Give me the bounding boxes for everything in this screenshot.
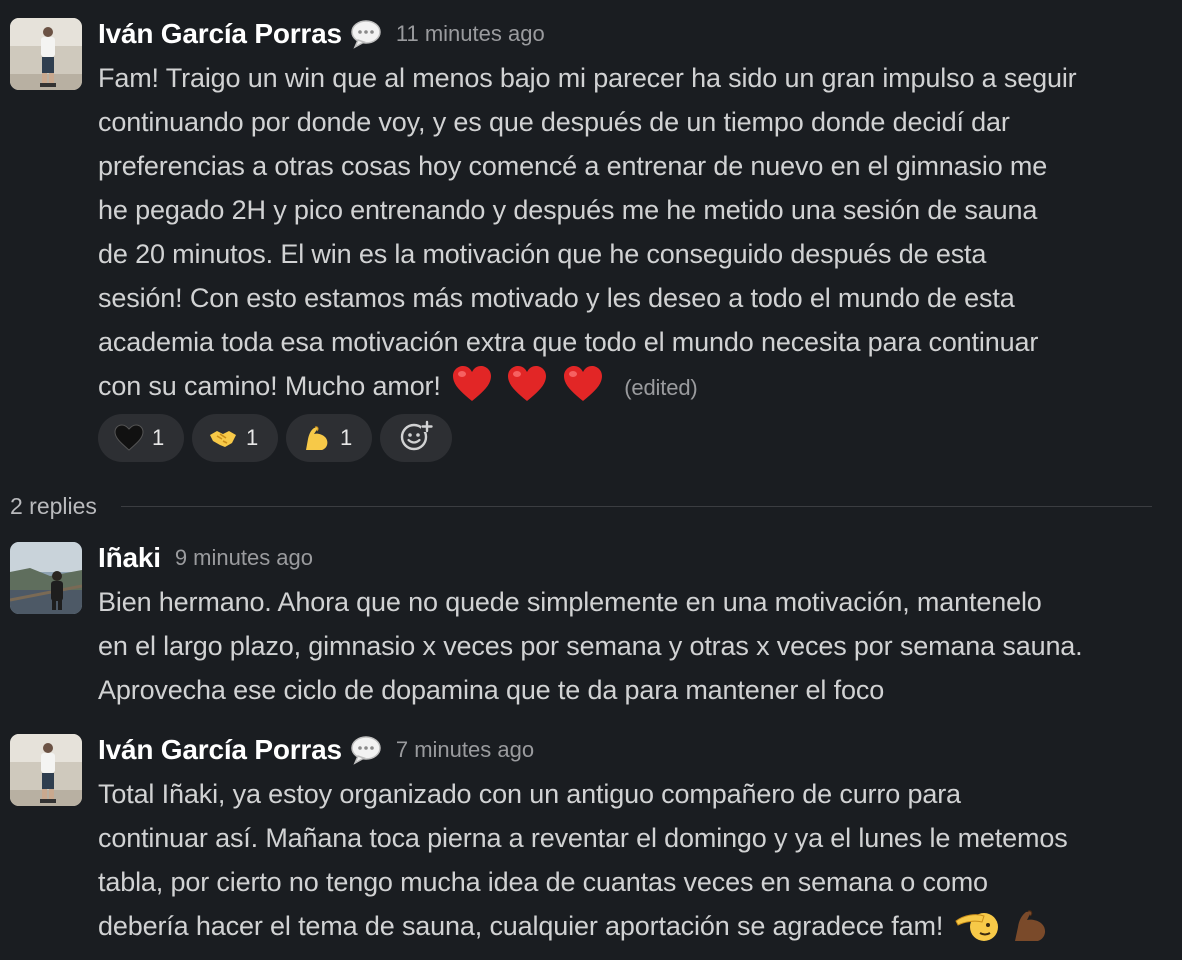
timestamp[interactable]: 11 minutes ago xyxy=(396,21,545,47)
reaction-flexed-biceps[interactable]: 1 xyxy=(286,414,372,462)
saluting-face-icon xyxy=(954,907,998,956)
message-text: Bien hermano. Ahora que no quede simplem… xyxy=(98,580,1173,712)
avatar-ivan[interactable] xyxy=(10,734,82,806)
red-heart-icon xyxy=(562,365,604,416)
add-emoji-icon xyxy=(399,419,433,458)
reaction-count: 1 xyxy=(152,425,165,450)
handshake-icon xyxy=(208,423,238,453)
message-line: Aprovecha ese ciclo de dopamina que te d… xyxy=(98,675,885,705)
timestamp[interactable]: 7 minutes ago xyxy=(396,737,534,763)
author-name[interactable]: Iván García Porras xyxy=(98,734,342,766)
message-line: preferencias a otras cosas hoy comencé a… xyxy=(98,151,1048,181)
message-header: Iván García Porras 7 minutes ago xyxy=(98,730,534,770)
message-text: Fam! Traigo un win que al menos bajo mi … xyxy=(98,56,1173,416)
author-name[interactable]: Iván García Porras xyxy=(98,18,342,50)
reaction-black-heart[interactable]: 1 xyxy=(98,414,184,462)
reaction-count: 1 xyxy=(246,425,259,450)
message-line-last: debería hacer el tema de sauna, cualquie… xyxy=(98,904,1173,956)
red-heart-icon xyxy=(451,365,493,416)
speech-bubble-icon xyxy=(350,19,382,49)
message-header: Iñaki 9 minutes ago xyxy=(98,538,313,578)
message-text: Total Iñaki, ya estoy organizado con un … xyxy=(98,772,1173,956)
message-line: Bien hermano. Ahora que no quede simplem… xyxy=(98,587,1042,617)
message-line: en el largo plazo, gimnasio x veces por … xyxy=(98,631,1083,661)
message-line: sesión! Con esto estamos más motivado y … xyxy=(98,283,1015,313)
reactions-bar: 1 1 1 xyxy=(98,414,452,462)
message-line-last: con su camino! Mucho amor! (edited) xyxy=(98,364,1173,416)
message-line: debería hacer el tema de sauna, cualquie… xyxy=(98,911,944,941)
avatar-ivan[interactable] xyxy=(10,18,82,90)
replies-divider: 2 replies xyxy=(10,486,1152,526)
reaction-count: 1 xyxy=(340,425,353,450)
speech-bubble-icon xyxy=(350,735,382,765)
message-line: de 20 minutos. El win es la motivación q… xyxy=(98,239,987,269)
message-header: Iván García Porras 11 minutes ago xyxy=(98,14,545,54)
flexed-biceps-icon xyxy=(302,423,332,453)
divider-line xyxy=(120,505,1152,507)
author-name[interactable]: Iñaki xyxy=(98,542,161,574)
timestamp[interactable]: 9 minutes ago xyxy=(175,545,313,571)
reaction-handshake[interactable]: 1 xyxy=(192,414,278,462)
message-line: tabla, por cierto no tengo mucha idea de… xyxy=(98,867,988,897)
add-reaction-button[interactable] xyxy=(380,414,452,462)
message-line: Total Iñaki, ya estoy organizado con un … xyxy=(98,779,961,809)
replies-count: 2 replies xyxy=(10,492,97,519)
red-heart-icon xyxy=(506,365,548,416)
flexed-biceps-dark-icon xyxy=(1011,907,1051,956)
avatar-inaki[interactable] xyxy=(10,542,82,614)
message-line: he pegado 2H y pico entrenando y después… xyxy=(98,195,1038,225)
edited-label: (edited) xyxy=(624,375,698,400)
message-line: con su camino! Mucho amor! xyxy=(98,371,441,401)
message-line: continuando por donde voy, y es que desp… xyxy=(98,107,1010,137)
message-line: Fam! Traigo un win que al menos bajo mi … xyxy=(98,63,1077,93)
black-heart-icon xyxy=(114,423,144,453)
message-line: continuar así. Mañana toca pierna a reve… xyxy=(98,823,1068,853)
message-line: academia toda esa motivación extra que t… xyxy=(98,327,1039,357)
